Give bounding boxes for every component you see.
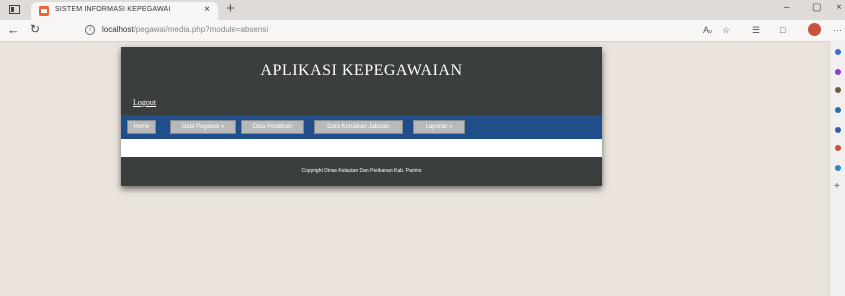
tab-title: SISTEM INFORMASI KEPEGAWAI bbox=[55, 6, 171, 13]
office-icon[interactable] bbox=[835, 127, 841, 133]
nav-data-kenaikan-jabatan[interactable]: Data Kenaikan Jabatan bbox=[314, 120, 403, 134]
main-content bbox=[121, 139, 602, 157]
reload-icon[interactable]: ↻ bbox=[30, 22, 40, 36]
search-icon[interactable] bbox=[835, 49, 841, 55]
browser-tab[interactable]: SISTEM INFORMASI KEPEGAWAI × bbox=[31, 2, 218, 20]
tools-icon[interactable] bbox=[835, 87, 841, 93]
main-nav: Home Data Pegawai » Data Pelatihan Data … bbox=[121, 115, 602, 139]
outlook-icon[interactable] bbox=[835, 145, 841, 151]
favorites-icon[interactable]: ☰ bbox=[752, 25, 760, 36]
shopping-icon[interactable] bbox=[835, 69, 841, 75]
site-info-icon[interactable]: i bbox=[85, 25, 95, 35]
browser-sidebar: + bbox=[829, 41, 845, 296]
nav-data-pegawai[interactable]: Data Pegawai » bbox=[170, 120, 236, 134]
collections-icon[interactable]: □ bbox=[780, 25, 785, 35]
new-tab-button[interactable]: + bbox=[226, 0, 235, 17]
copyright-text: Copyright Dinas Kelautan Dan Perikanan K… bbox=[301, 168, 422, 174]
profile-icon[interactable] bbox=[808, 23, 821, 36]
tab-close-icon[interactable]: × bbox=[204, 4, 210, 15]
drop-icon[interactable] bbox=[835, 165, 841, 171]
page-title: APLIKASI KEPEGAWAIAN bbox=[260, 62, 463, 79]
read-aloud-icon[interactable]: Aᵥ bbox=[703, 25, 712, 35]
app-container: APLIKASI KEPEGAWAIAN Logout Home Data Pe… bbox=[121, 47, 602, 186]
url-host: localhost bbox=[102, 25, 134, 34]
url-path: /pegawai/media.php?module=absensi bbox=[133, 25, 269, 34]
nav-laporan[interactable]: Laporan » bbox=[413, 120, 465, 134]
app-header: APLIKASI KEPEGAWAIAN Logout bbox=[121, 47, 602, 115]
add-sidebar-app-icon[interactable]: + bbox=[834, 181, 840, 192]
address-bar[interactable]: i localhost/pegawai/media.php?module=abs… bbox=[64, 23, 694, 38]
site-favicon-icon bbox=[39, 6, 49, 16]
nav-data-pelatihan[interactable]: Data Pelatihan bbox=[241, 120, 304, 134]
minimize-button[interactable]: – bbox=[784, 2, 790, 13]
back-arrow-icon[interactable]: ← bbox=[7, 22, 20, 37]
logout-link[interactable]: Logout bbox=[133, 98, 156, 107]
restore-button[interactable]: ▢ bbox=[812, 2, 821, 13]
url-text[interactable]: localhost/pegawai/media.php?module=absen… bbox=[102, 25, 268, 34]
nav-home[interactable]: Home bbox=[127, 120, 156, 134]
close-window-button[interactable]: × bbox=[836, 2, 842, 13]
footer: Copyright Dinas Kelautan Dan Perikanan K… bbox=[121, 157, 602, 186]
tab-actions-icon[interactable] bbox=[9, 5, 20, 14]
games-icon[interactable] bbox=[835, 107, 841, 113]
favorite-add-icon[interactable]: ☆ bbox=[722, 25, 730, 36]
browser-toolbar: ← ↻ i localhost/pegawai/media.php?module… bbox=[0, 20, 845, 42]
more-icon[interactable]: ··· bbox=[833, 25, 842, 35]
browser-tab-bar: SISTEM INFORMASI KEPEGAWAI × + – ▢ × bbox=[0, 0, 845, 20]
